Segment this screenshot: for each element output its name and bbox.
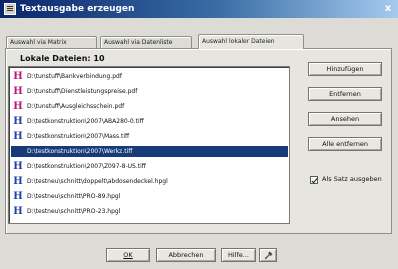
file-list-title: Lokale Dateien: 10 bbox=[20, 54, 105, 63]
file-name: D:\testneu\schnitt\doppelt\abdosendeckel… bbox=[27, 178, 168, 185]
tool-button[interactable] bbox=[259, 248, 277, 262]
tiff-icon: H bbox=[13, 161, 23, 172]
tool-icon bbox=[264, 251, 273, 260]
file-name: D:\testkonstruktion\2007\Mass.tiff bbox=[27, 133, 130, 140]
tiff-icon: H bbox=[13, 131, 23, 142]
pdf-icon: H bbox=[13, 86, 23, 97]
file-name: D:\tunstuff\Bankverbindung.pdf bbox=[27, 73, 122, 80]
app-icon bbox=[4, 3, 16, 15]
ok-button[interactable]: OK bbox=[106, 248, 150, 262]
add-button[interactable]: Hinzufügen bbox=[308, 62, 382, 76]
as-set-label: Als Satz ausgeben bbox=[322, 175, 382, 183]
file-list[interactable]: H D:\tunstuff\Bankverbindung.pdf H D:\tu… bbox=[8, 66, 290, 224]
tiff-icon: H bbox=[13, 116, 23, 127]
hpgl-icon: H bbox=[13, 206, 23, 217]
remove-all-button[interactable]: Alle entfernen bbox=[308, 137, 382, 151]
list-item[interactable]: H D:\testneu\schnitt\PRO-23.hpgl bbox=[11, 206, 288, 217]
list-item[interactable]: H D:\testkonstruktion\2007\ABA280-0.tiff bbox=[11, 116, 288, 127]
tab-lokale-dateien[interactable]: Auswahl lokaler Dateien bbox=[198, 34, 304, 49]
cancel-button[interactable]: Abbrechen bbox=[156, 248, 216, 262]
file-name: D:\testneu\schnitt\PRO-89.hpgl bbox=[27, 193, 121, 200]
help-button[interactable]: Hilfe... bbox=[221, 248, 256, 262]
file-name: D:\tunstuff\Ausgleichsschein.pdf bbox=[27, 103, 125, 110]
file-name: D:\testkonstruktion\2007\Werkz.tiff bbox=[27, 148, 133, 155]
view-button[interactable]: Ansehen bbox=[308, 112, 382, 126]
list-item[interactable]: H D:\tunstuff\Bankverbindung.pdf bbox=[11, 71, 288, 82]
hpgl-icon: H bbox=[13, 191, 23, 202]
list-item[interactable]: H D:\tunstuff\Ausgleichsschein.pdf bbox=[11, 101, 288, 112]
list-item[interactable]: H D:\testneu\schnitt\doppelt\abdosendeck… bbox=[11, 176, 288, 187]
checkbox-checked-icon[interactable] bbox=[310, 176, 318, 184]
file-name: D:\testkonstruktion\2007\ABA280-0.tiff bbox=[27, 118, 144, 125]
as-set-checkbox[interactable]: Als Satz ausgeben bbox=[308, 174, 392, 186]
list-item[interactable]: H D:\testkonstruktion\2007\Mass.tiff bbox=[11, 131, 288, 142]
list-item[interactable]: H D:\tunstuff\Dienstleistungspreise.pdf bbox=[11, 86, 288, 97]
title-bar[interactable]: Textausgabe erzeugen x bbox=[0, 0, 398, 18]
close-button[interactable]: x bbox=[381, 2, 395, 15]
file-name: D:\testneu\schnitt\PRO-23.hpgl bbox=[27, 208, 121, 215]
pdf-icon: H bbox=[13, 71, 23, 82]
list-item-selected[interactable]: D:\testkonstruktion\2007\Werkz.tiff bbox=[11, 146, 288, 157]
dialog-window: Textausgabe erzeugen x Auswahl via Matri… bbox=[0, 0, 398, 269]
tab-matrix[interactable]: Auswahl via Matrix bbox=[6, 36, 97, 48]
pdf-icon: H bbox=[13, 101, 23, 112]
window-title: Textausgabe erzeugen bbox=[20, 4, 135, 14]
list-item[interactable]: H D:\testkonstruktion\2007\Z097-8-US.tif… bbox=[11, 161, 288, 172]
file-name: D:\testkonstruktion\2007\Z097-8-US.tiff bbox=[27, 163, 146, 170]
hpgl-icon: H bbox=[13, 176, 23, 187]
remove-button[interactable]: Entfernen bbox=[308, 87, 382, 101]
ok-label: OK bbox=[123, 251, 133, 259]
tab-datenliste[interactable]: Auswahl via Datenliste bbox=[100, 36, 192, 48]
file-name: D:\tunstuff\Dienstleistungspreise.pdf bbox=[27, 88, 138, 95]
list-item[interactable]: H D:\testneu\schnitt\PRO-89.hpgl bbox=[11, 191, 288, 202]
